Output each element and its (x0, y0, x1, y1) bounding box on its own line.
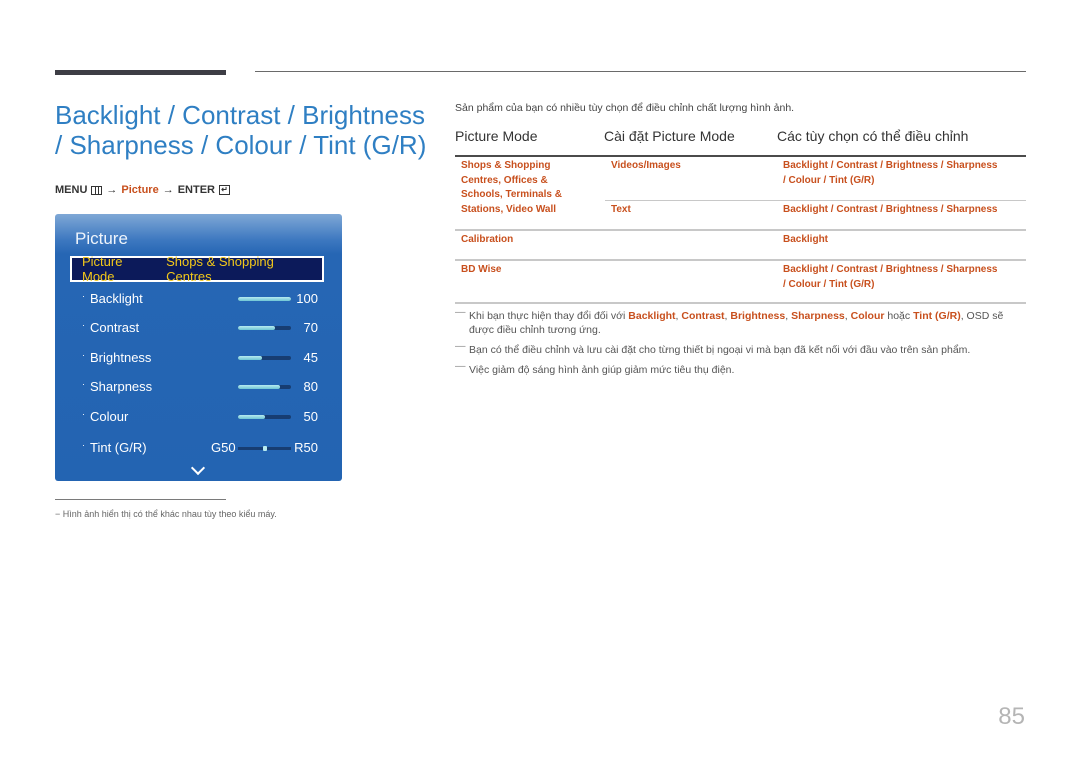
note-text: Bạn có thể điều chỉnh và lưu cài đặt cho… (469, 344, 971, 356)
osd-slider[interactable] (238, 297, 291, 301)
intro-text: Sản phẩm của bạn có nhiều tùy chọn để đi… (455, 102, 795, 114)
picture-label: Picture (121, 184, 159, 196)
osd-item-colour[interactable]: · Colour 50 (55, 407, 342, 427)
osd-slider[interactable] (238, 356, 291, 360)
tint-slider[interactable] (238, 446, 291, 451)
bullet: · (82, 320, 85, 330)
osd-item-label: Contrast (90, 320, 140, 335)
cell-picture-mode: Shops & Shopping Centres, Offices & School… (461, 160, 562, 215)
cell-picture-mode: Calibration (461, 234, 514, 245)
note-dash-icon: — (455, 340, 466, 352)
bullet: · (82, 291, 85, 301)
arrow-2: → (162, 184, 174, 196)
page-number: 85 (998, 703, 1025, 730)
osd-item-value: 45 (303, 350, 318, 365)
note-keyword: Backlight (628, 310, 676, 322)
osd-item-value: 70 (303, 320, 318, 335)
osd-picture-mode-label: Picture Mode (82, 254, 123, 284)
osd-item-label: Brightness (90, 350, 152, 365)
note-keyword: Brightness (730, 310, 786, 322)
notes: — Khi bạn thực hiện thay đổi đối với Back… (455, 306, 1030, 383)
osd-picture-menu: Picture Picture Mode Shops & Shopping Ce… (55, 214, 342, 481)
footnote-rule (55, 499, 226, 500)
header-picture-mode: Picture Mode (455, 128, 538, 144)
note-text: Việc giảm độ sáng hình ảnh giúp giảm mức… (469, 364, 735, 376)
menu-path: MENU → Picture → ENTER ↵ (55, 184, 230, 196)
note-item: — Khi bạn thực hiện thay đổi đối với Back… (455, 306, 1030, 337)
table-header: Picture Mode Cài đặt Picture Mode Các tù… (455, 128, 1026, 154)
header-setting: Cài đặt Picture Mode (604, 128, 735, 144)
tint-green-value: G50 (211, 440, 236, 455)
note-text: hoặc (884, 310, 914, 322)
note-dash-icon: — (455, 306, 466, 318)
note-keyword: Sharpness (791, 310, 845, 322)
osd-title: Picture (75, 229, 128, 248)
osd-picture-mode-item[interactable]: Picture Mode Shops & Shopping Centres (70, 254, 324, 284)
osd-slider-fill (238, 297, 291, 301)
arrow-1: → (106, 184, 118, 196)
bullet: · (82, 379, 85, 389)
enter-return-icon: ↵ (218, 185, 230, 195)
chevron-down-icon[interactable] (190, 460, 206, 476)
cell-options: Backlight / Contrast / Brightness / Shar… (783, 204, 998, 215)
osd-item-brightness[interactable]: · Brightness 45 (55, 348, 342, 368)
osd-item-tint[interactable]: · Tint (G/R) G50 R50 (55, 438, 342, 458)
note-keyword: Tint (G/R) (913, 310, 961, 322)
row-rule (455, 302, 1026, 304)
osd-item-value: 50 (303, 409, 318, 424)
osd-slider-fill (238, 385, 281, 389)
osd-item-label: Backlight (90, 291, 143, 306)
osd-slider-fill (238, 415, 265, 419)
cell-picture-mode: BD Wise (461, 264, 502, 275)
osd-slider[interactable] (238, 385, 291, 389)
cell-setting: Videos/Images (611, 160, 681, 171)
cell-setting: Text (611, 204, 631, 215)
osd-item-backlight[interactable]: · Backlight 100 (55, 289, 342, 309)
cell-options: Backlight / Contrast / Brightness / Shar… (783, 264, 998, 290)
osd-item-label: Sharpness (90, 379, 153, 394)
bullet: · (82, 440, 85, 450)
cell-options: Backlight (783, 234, 829, 245)
osd-slider[interactable] (238, 415, 291, 419)
note-item: — Bạn có thể điều chỉnh và lưu cài đặt ch… (455, 340, 1030, 357)
osd-item-contrast[interactable]: · Contrast 70 (55, 318, 342, 338)
row-rule (455, 259, 1026, 261)
osd-item-value: 100 (296, 291, 318, 306)
osd-item-sharpness[interactable]: · Sharpness 80 (55, 377, 342, 397)
note-dash-icon: — (455, 360, 466, 372)
tint-red-value: R50 (294, 440, 318, 455)
enter-label: ENTER (177, 184, 215, 196)
row-rule (605, 200, 1026, 201)
bullet: · (82, 350, 85, 360)
osd-picture-mode-value: Shops & Shopping Centres (166, 254, 274, 284)
footnote: − Hình ảnh hiển thị có thể khác nhau tùy… (55, 509, 277, 519)
note-text: Khi bạn thực hiện thay đổi đối với (469, 310, 629, 322)
header-options: Các tùy chọn có thể điều chỉnh (777, 128, 969, 144)
header-rule-thin (255, 71, 1026, 72)
note-item: — Việc giảm độ sáng hình ảnh giúp giảm mứ… (455, 360, 1030, 377)
osd-item-label: Colour (90, 409, 129, 424)
header-rule-thick (55, 70, 226, 75)
menu-grid-icon (91, 185, 103, 195)
osd-slider-fill (238, 356, 262, 360)
menu-label: MENU (55, 184, 88, 196)
note-keyword: Contrast (681, 310, 725, 322)
bullet: · (82, 409, 85, 419)
osd-slider[interactable] (238, 326, 291, 330)
osd-slider-fill (238, 326, 276, 330)
tint-slider-knob[interactable] (262, 446, 267, 451)
page-title: Backlight / Contrast / Brightness / Shar… (55, 100, 427, 160)
note-keyword: Colour (850, 310, 885, 322)
osd-item-label: Tint (G/R) (90, 440, 147, 455)
osd-item-value: 80 (303, 379, 318, 394)
table-header-rule (455, 155, 1026, 157)
cell-options: Backlight / Contrast / Brightness / Shar… (783, 160, 998, 186)
row-rule (455, 229, 1026, 231)
